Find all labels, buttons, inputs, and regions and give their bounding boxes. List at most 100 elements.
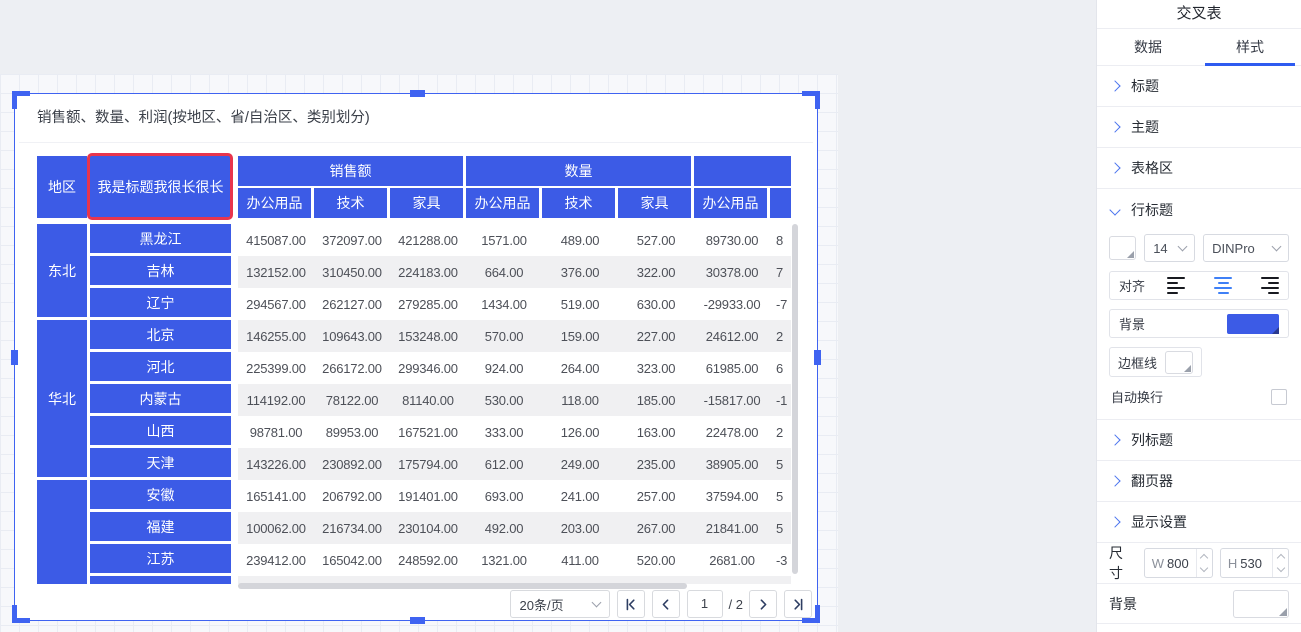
province-header-cell: 江苏	[90, 544, 231, 573]
data-cell: 630.00	[618, 297, 694, 312]
data-cell: 30378.00	[694, 265, 770, 280]
data-cell: 22478.00	[694, 425, 770, 440]
data-cell: 7	[770, 265, 791, 280]
province-header-cell: 北京	[90, 320, 231, 349]
province-header-cell: 内蒙古	[90, 384, 231, 413]
data-cell: 163.00	[618, 425, 694, 440]
resize-handle-bottom-middle[interactable]	[410, 617, 425, 624]
page-total-label: / 2	[729, 597, 743, 612]
first-page-button[interactable]	[617, 590, 645, 618]
page-number-input[interactable]: 1	[687, 590, 723, 618]
first-page-icon	[624, 598, 637, 611]
resize-handle-middle-left[interactable]	[11, 350, 18, 365]
align-row: 对齐	[1109, 271, 1289, 300]
resize-handle-top-middle[interactable]	[410, 90, 425, 97]
resize-handle-top-right[interactable]	[802, 91, 820, 109]
data-cell: 239412.00	[238, 553, 314, 568]
region-column: 地区 东北华北	[37, 156, 87, 584]
data-cell: 5	[770, 489, 791, 504]
data-cell: 24612.00	[694, 329, 770, 344]
table-row: 100062.00216734.00230104.00492.00203.002…	[238, 512, 791, 544]
wordwrap-checkbox[interactable]	[1271, 389, 1287, 405]
data-cell: -1	[770, 393, 791, 408]
province-header-cell: 福建	[90, 512, 231, 541]
section-title[interactable]: 标题	[1097, 66, 1301, 107]
data-cell: 519.00	[542, 297, 618, 312]
panel-background-swatch[interactable]	[1233, 590, 1289, 618]
data-cell: 2681.00	[694, 553, 770, 568]
chevron-down-icon	[591, 598, 601, 608]
style-panel: 交叉表 数据 样式 标题 主题 表格区 行标题 14 DINPro 对齐	[1096, 0, 1301, 632]
data-cell: 89730.00	[694, 233, 770, 248]
data-cell: 322.00	[618, 265, 694, 280]
sub-header-cell: 技术	[314, 188, 387, 218]
sub-header-cell	[770, 188, 791, 218]
data-cell: 216734.00	[314, 521, 390, 536]
height-input[interactable]: H 530	[1220, 548, 1289, 578]
wordwrap-label: 自动换行	[1111, 387, 1163, 406]
data-cell: -29933.00	[694, 297, 770, 312]
data-cell: 185.00	[618, 393, 694, 408]
row-title-header-cell[interactable]: 我是标题我很长很长	[90, 156, 231, 218]
data-cell: 924.00	[466, 361, 542, 376]
page-size-select[interactable]: 20条/页	[510, 590, 610, 618]
chevron-right-icon	[1109, 434, 1120, 445]
font-size-select[interactable]: 14	[1144, 234, 1195, 262]
width-stepper[interactable]	[1196, 549, 1212, 577]
vertical-scrollbar[interactable]	[792, 224, 798, 574]
section-column-title[interactable]: 列标题	[1097, 420, 1301, 461]
wordwrap-row: 自动换行	[1097, 387, 1301, 406]
cross-table-widget[interactable]: 销售额、数量、利润(按地区、省/自治区、类别划分) 地区 东北华北 我是标题我很…	[14, 93, 818, 621]
resize-handle-middle-right[interactable]	[814, 350, 821, 365]
width-input[interactable]: W 800	[1144, 548, 1213, 578]
data-cell: 333.00	[466, 425, 542, 440]
borderline-color-swatch[interactable]	[1165, 351, 1193, 374]
data-cell: 492.00	[466, 521, 542, 536]
data-cell: 279285.00	[390, 297, 466, 312]
data-cell: 81140.00	[390, 393, 466, 408]
data-cell: 267.00	[618, 521, 694, 536]
background-row: 背景	[1109, 309, 1289, 338]
section-theme[interactable]: 主题	[1097, 107, 1301, 148]
resize-handle-bottom-right[interactable]	[802, 605, 820, 623]
data-cell: 224183.00	[390, 265, 466, 280]
data-cell: 693.00	[466, 489, 542, 504]
align-left-icon[interactable]	[1167, 277, 1185, 295]
align-center-icon[interactable]	[1214, 277, 1232, 295]
panel-background-row: 背景	[1097, 584, 1301, 624]
borderline-label: 边框线	[1118, 353, 1157, 372]
font-color-swatch[interactable]	[1109, 236, 1136, 260]
table-row: 143226.00230892.00175794.00612.00249.002…	[238, 448, 791, 480]
section-pager[interactable]: 翻页器	[1097, 461, 1301, 502]
sub-header-cell: 家具	[618, 188, 691, 218]
tab-data[interactable]: 数据	[1097, 29, 1199, 65]
data-cell: 294567.00	[238, 297, 314, 312]
data-cell: 230104.00	[390, 521, 466, 536]
height-stepper[interactable]	[1272, 549, 1288, 577]
chevron-right-icon	[1109, 475, 1120, 486]
section-table-area[interactable]: 表格区	[1097, 148, 1301, 189]
tab-style[interactable]: 样式	[1199, 29, 1301, 65]
data-cell: 100062.00	[238, 521, 314, 536]
resize-handle-top-left[interactable]	[12, 91, 30, 109]
font-family-select[interactable]: DINPro	[1203, 234, 1289, 262]
province-header-cell: 天津	[90, 448, 231, 477]
section-row-title[interactable]: 行标题	[1097, 189, 1301, 230]
background-color-swatch[interactable]	[1227, 314, 1279, 334]
data-cell: 146255.00	[238, 329, 314, 344]
previous-page-button[interactable]	[652, 590, 680, 618]
horizontal-scrollbar[interactable]	[238, 583, 687, 589]
table-row: 165141.00206792.00191401.00693.00241.002…	[238, 480, 791, 512]
data-cell: -15817.00	[694, 393, 770, 408]
data-cell: 257.00	[618, 489, 694, 504]
next-page-button[interactable]	[749, 590, 777, 618]
data-cell: 372097.00	[314, 233, 390, 248]
section-display-settings[interactable]: 显示设置	[1097, 502, 1301, 543]
data-cell: 520.00	[618, 553, 694, 568]
data-cell: -7	[770, 297, 791, 312]
align-right-icon[interactable]	[1261, 277, 1279, 295]
column-group-header-cell	[694, 156, 791, 186]
size-row: 尺寸 W 800 H 530	[1097, 543, 1301, 584]
resize-handle-bottom-left[interactable]	[12, 605, 30, 623]
data-area[interactable]: 销售额数量 办公用品技术家具办公用品技术家具办公用品 415087.003720…	[238, 156, 791, 584]
